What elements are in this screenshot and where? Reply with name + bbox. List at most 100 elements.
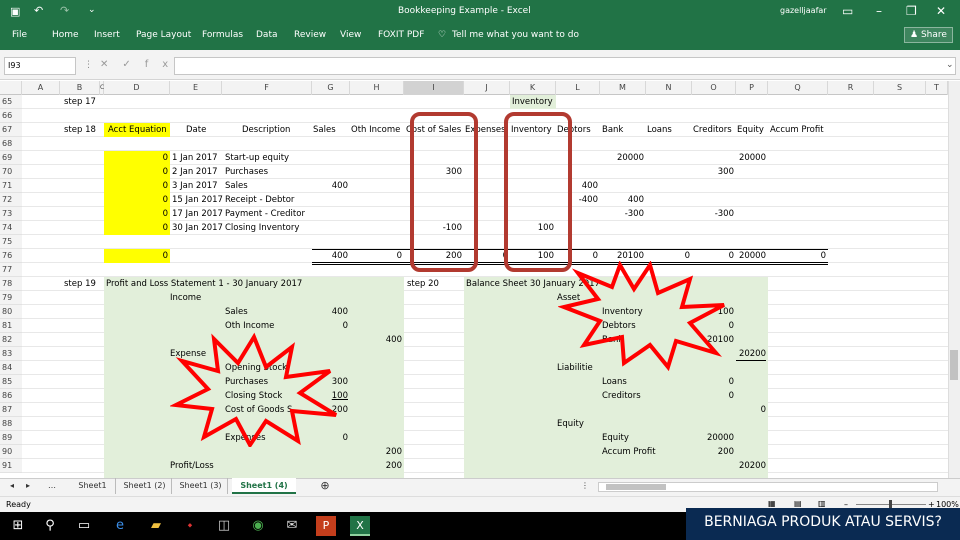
mail-icon[interactable]: ✉ <box>282 516 302 536</box>
chrome-icon[interactable]: ◉ <box>248 516 268 536</box>
row-header-81[interactable]: 81 <box>0 319 22 333</box>
row-header-66[interactable]: 66 <box>0 109 22 123</box>
tab-page-layout[interactable]: Page Layout <box>136 30 191 40</box>
tab-view[interactable]: View <box>340 30 361 40</box>
row-header-69[interactable]: 69 <box>0 151 22 165</box>
ribbon-display-icon[interactable]: ▭ <box>842 4 853 18</box>
tab-data[interactable]: Data <box>256 30 278 40</box>
sheet-tab-2[interactable]: Sheet1 (2) <box>118 478 172 494</box>
column-header-j[interactable]: J <box>464 81 510 95</box>
row-header-89[interactable]: 89 <box>0 431 22 445</box>
row-header-84[interactable]: 84 <box>0 361 22 375</box>
customize-toolbar-icon[interactable]: ⌄ <box>88 5 96 15</box>
row-header-79[interactable]: 79 <box>0 291 22 305</box>
column-header-t[interactable]: T <box>926 81 948 95</box>
cancel-icon[interactable]: ✕ <box>100 59 122 70</box>
row-header-71[interactable]: 71 <box>0 179 22 193</box>
row-header-85[interactable]: 85 <box>0 375 22 389</box>
sheet-tab-4-active[interactable]: Sheet1 (4) <box>232 478 296 494</box>
column-header-l[interactable]: L <box>556 81 600 95</box>
tab-home[interactable]: Home <box>52 30 79 40</box>
row-header-65[interactable]: 65 <box>0 95 22 109</box>
worksheet-grid[interactable]: 65 66 67 68 69 70 71 72 73 74 75 76 77 78 79 80 81 82 83 84… <box>0 95 948 478</box>
formula-buttons[interactable]: ✕✓fx <box>100 59 182 70</box>
column-header-h[interactable]: H <box>350 81 404 95</box>
row-header-75[interactable]: 75 <box>0 235 22 249</box>
tab-scroll-right-icon[interactable]: ▸ <box>22 478 34 494</box>
horizontal-scroll-thumb[interactable] <box>606 484 666 490</box>
excel-icon[interactable]: X <box>350 516 370 536</box>
edge-browser-icon[interactable]: e <box>110 516 130 536</box>
store-icon[interactable]: ◫ <box>214 516 234 536</box>
tab-insert[interactable]: Insert <box>94 30 120 40</box>
page-break-view-icon[interactable]: ▥ <box>818 499 826 508</box>
redo-icon[interactable]: ↷ <box>60 4 69 17</box>
row-header-90[interactable]: 90 <box>0 445 22 459</box>
column-header-q[interactable]: Q <box>768 81 828 95</box>
row-header-87[interactable]: 87 <box>0 403 22 417</box>
column-header-f[interactable]: F <box>222 81 312 95</box>
page-layout-view-icon[interactable]: ▤ <box>794 499 802 508</box>
column-header-g[interactable]: G <box>312 81 350 95</box>
name-box[interactable]: I93 <box>4 57 76 75</box>
expand-formula-icon[interactable]: ⌄ <box>946 60 954 70</box>
undo-icon[interactable]: ↶ <box>34 4 43 17</box>
tab-review[interactable]: Review <box>294 30 326 40</box>
minimize-icon[interactable]: – <box>876 4 882 18</box>
tab-file[interactable]: File <box>12 30 27 40</box>
column-header-r[interactable]: R <box>828 81 874 95</box>
vertical-scrollbar[interactable] <box>948 81 960 478</box>
task-view-icon[interactable]: ▭ <box>74 516 94 536</box>
save-icon[interactable]: ▣ <box>10 5 20 18</box>
normal-view-icon[interactable]: ▦ <box>768 499 776 508</box>
share-button[interactable]: ♟ Share <box>904 27 953 43</box>
column-header-k[interactable]: K <box>510 81 556 95</box>
column-header-i[interactable]: I <box>404 81 464 95</box>
column-header-m[interactable]: M <box>600 81 646 95</box>
row-header-88[interactable]: 88 <box>0 417 22 431</box>
add-sheet-icon[interactable]: ⊕ <box>316 478 334 494</box>
scrollbar-thumb[interactable] <box>950 350 958 380</box>
search-icon[interactable]: ⚲ <box>40 516 60 536</box>
row-header-82[interactable]: 82 <box>0 333 22 347</box>
row-header-68[interactable]: 68 <box>0 137 22 151</box>
windows-start-icon[interactable]: ⊞ <box>8 516 28 536</box>
column-header-a[interactable]: A <box>22 81 60 95</box>
formula-input[interactable] <box>174 57 956 75</box>
row-header-78[interactable]: 78 <box>0 277 22 291</box>
row-header-67[interactable]: 67 <box>0 123 22 137</box>
column-header-p[interactable]: P <box>736 81 768 95</box>
tab-formulas[interactable]: Formulas <box>202 30 243 40</box>
column-header-o[interactable]: O <box>692 81 736 95</box>
user-name[interactable]: gazelljaafar <box>780 6 827 15</box>
sheet-tab-1[interactable]: Sheet1 <box>70 478 116 494</box>
restore-icon[interactable]: ❐ <box>906 4 917 18</box>
row-header-72[interactable]: 72 <box>0 193 22 207</box>
sheet-tab-divider-icon[interactable]: ⋮ <box>578 478 592 494</box>
row-header-80[interactable]: 80 <box>0 305 22 319</box>
row-header-83[interactable]: 83 <box>0 347 22 361</box>
row-header-77[interactable]: 77 <box>0 263 22 277</box>
row-header-91[interactable]: 91 <box>0 459 22 473</box>
row-header-76[interactable]: 76 <box>0 249 22 263</box>
column-header-b[interactable]: B <box>60 81 100 95</box>
column-header-d[interactable]: D <box>104 81 170 95</box>
row-header-73[interactable]: 73 <box>0 207 22 221</box>
tab-scroll-left-icon[interactable]: ◂ <box>6 478 18 494</box>
sheet-tab-3[interactable]: Sheet1 (3) <box>174 478 228 494</box>
tab-more-icon[interactable]: … <box>40 478 64 494</box>
acrobat-icon[interactable]: ⬩ <box>180 516 200 536</box>
file-explorer-icon[interactable]: ▰ <box>146 516 166 536</box>
tell-me-search[interactable]: Tell me what you want to do <box>452 30 579 40</box>
column-header-s[interactable]: S <box>874 81 926 95</box>
powerpoint-icon[interactable]: P <box>316 516 336 536</box>
column-header-e[interactable]: E <box>170 81 222 95</box>
row-header-70[interactable]: 70 <box>0 165 22 179</box>
tab-foxit-pdf[interactable]: FOXIT PDF <box>378 30 424 40</box>
enter-icon[interactable]: ✓ <box>122 59 144 70</box>
row-header-86[interactable]: 86 <box>0 389 22 403</box>
select-all-corner[interactable] <box>0 81 22 95</box>
close-icon[interactable]: ✕ <box>936 4 946 18</box>
column-header-n[interactable]: N <box>646 81 692 95</box>
row-header-74[interactable]: 74 <box>0 221 22 235</box>
